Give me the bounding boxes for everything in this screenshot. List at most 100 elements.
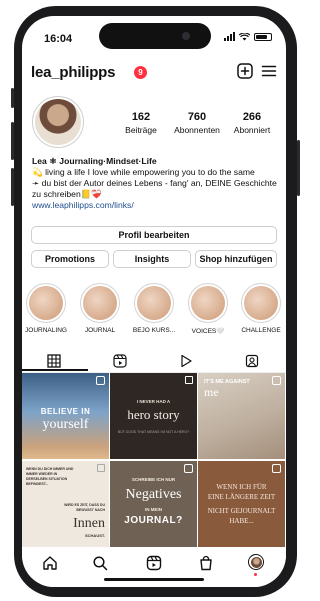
- post-4[interactable]: WENN DU DICH IMMER UND IMMER WIEDER IN D…: [22, 461, 109, 547]
- highlight-label: BEJO KURS...: [132, 327, 176, 334]
- highlight-ring: [134, 283, 174, 323]
- home-icon[interactable]: [42, 555, 58, 571]
- stat-followers-number: 760: [187, 111, 207, 123]
- post-text: me: [204, 385, 219, 399]
- bottom-navigation: [22, 547, 286, 587]
- bio-line-1: 💫 living a life I love while empowering …: [32, 167, 255, 177]
- stat-followers[interactable]: 760 Abonnenten: [166, 111, 228, 135]
- insights-button[interactable]: Insights: [113, 250, 191, 268]
- carousel-icon: [97, 464, 105, 472]
- post-text: HABE...: [229, 517, 254, 525]
- post-text: WIRD ES ZEIT, DASS DU BEWUSST NACH: [64, 503, 105, 512]
- stat-following[interactable]: 266 Abonniert: [221, 111, 283, 135]
- status-time: 16:04: [44, 33, 73, 45]
- highlight-cover: [244, 286, 278, 320]
- highlight-cover: [29, 286, 63, 320]
- screen: 16:04 lea_philipps 9 162 Beiträge 760 Ab…: [22, 16, 286, 587]
- power-button: [297, 140, 300, 196]
- stat-followers-label: Abonnenten: [174, 125, 220, 135]
- highlight-cover: [191, 286, 225, 320]
- highlight-label: VOICES🤍: [191, 328, 225, 335]
- posts-grid: BELIEVE IN yourself I NEVER HAD A hero s…: [22, 373, 286, 547]
- highlight-journaling[interactable]: JOURNALING: [23, 283, 69, 334]
- profile-nav-avatar[interactable]: [248, 554, 264, 570]
- highlight-cover: [137, 286, 171, 320]
- post-text: SCHAUST.: [84, 533, 105, 538]
- activity-dot: [254, 573, 257, 576]
- search-icon[interactable]: [92, 555, 108, 571]
- stat-posts-number: 162: [131, 111, 151, 123]
- highlight-voices[interactable]: VOICES🤍: [185, 283, 231, 335]
- highlight-ring: [80, 283, 120, 323]
- carousel-icon: [185, 376, 193, 384]
- home-indicator: [104, 578, 204, 581]
- active-tab-indicator: [22, 369, 88, 371]
- menu-icon[interactable]: [260, 62, 278, 80]
- create-post-icon[interactable]: [236, 62, 254, 80]
- grid-icon[interactable]: [47, 354, 61, 368]
- reel-icon: [184, 464, 193, 473]
- avatar[interactable]: [35, 99, 81, 145]
- stat-posts[interactable]: 162 Beiträge: [110, 111, 172, 135]
- post-text: JOURNAL?: [124, 515, 183, 526]
- highlight-bejo-kurs[interactable]: BEJO KURS...: [131, 283, 177, 334]
- bio-name: Lea ⚛ Journaling·Mindset·Life: [32, 156, 157, 166]
- post-text: Negatives: [125, 487, 182, 502]
- post-text: BELIEVE IN: [40, 407, 91, 416]
- volume-down-button: [11, 168, 14, 206]
- highlight-ring: [241, 283, 281, 323]
- reel-icon: [272, 464, 281, 473]
- stat-following-number: 266: [242, 111, 262, 123]
- tagged-icon[interactable]: [245, 354, 259, 368]
- post-text: yourself: [42, 417, 89, 432]
- post-text: WENN DU DICH IMMER UND IMMER WIEDER IN D…: [26, 467, 74, 486]
- reels-nav-icon[interactable]: [146, 555, 162, 571]
- add-shop-button[interactable]: Shop hinzufügen: [195, 250, 277, 268]
- highlight-journal[interactable]: JOURNAL: [77, 283, 123, 334]
- edit-profile-button[interactable]: Profil bearbeiten: [31, 226, 277, 244]
- bio-line-2: ➛ du bist der Autor deines Lebens - fang…: [32, 178, 277, 199]
- camera-icon: [182, 32, 190, 40]
- highlight-label: JOURNALING: [25, 327, 67, 334]
- stat-posts-label: Beiträge: [125, 125, 157, 135]
- promotions-button[interactable]: Promotions: [31, 250, 109, 268]
- post-text: NICHT GEJOURNALT: [207, 507, 276, 515]
- profile-header: lea_philipps 9: [22, 60, 286, 84]
- post-2[interactable]: I NEVER HAD A hero story BUT GOOD THAT M…: [110, 373, 197, 459]
- post-5[interactable]: SCHREIBE ICH NUR Negatives IN MEIN JOURN…: [110, 461, 197, 547]
- post-text: I NEVER HAD A: [136, 399, 171, 404]
- wifi-icon: [239, 32, 250, 41]
- highlight-label: CHALLENGE: [241, 327, 281, 334]
- play-icon[interactable]: [179, 354, 193, 368]
- highlight-cover: [83, 286, 117, 320]
- avatar: [250, 556, 262, 568]
- status-icons: [224, 32, 272, 41]
- highlight-challenge[interactable]: CHALLENGE: [238, 283, 284, 334]
- post-text: EINE LÄNGERE ZEIT: [207, 493, 276, 501]
- username[interactable]: lea_philipps: [31, 64, 115, 81]
- reel-icon: [96, 376, 105, 385]
- post-1[interactable]: BELIEVE IN yourself: [22, 373, 109, 459]
- battery-icon: [254, 32, 272, 41]
- highlight-ring: [188, 283, 228, 323]
- dynamic-island: [99, 23, 211, 49]
- bio: Lea ⚛ Journaling·Mindset·Life 💫 living a…: [32, 156, 282, 211]
- notification-badge[interactable]: 9: [134, 66, 147, 79]
- stat-following-label: Abonniert: [233, 125, 271, 135]
- post-text: SCHREIBE ICH NUR: [131, 477, 176, 482]
- volume-up-button: [11, 122, 14, 160]
- post-text: WENN ICH FÜR: [216, 483, 267, 491]
- mute-switch: [11, 88, 14, 108]
- signal-icon: [224, 32, 235, 41]
- highlight-ring: [26, 283, 66, 323]
- shop-icon[interactable]: [198, 555, 214, 571]
- highlight-label: JOURNAL: [84, 327, 116, 334]
- bio-link[interactable]: www.leaphilipps.com/links/: [32, 200, 282, 211]
- reels-icon[interactable]: [113, 354, 127, 368]
- post-text: Innen: [73, 516, 105, 531]
- post-text: BUT GOOD THAT MEANS I'M NOT A HERO?: [117, 430, 190, 434]
- post-3[interactable]: IT'S ME AGAINST me: [198, 373, 285, 459]
- post-6[interactable]: WENN ICH FÜR EINE LÄNGERE ZEIT NICHT GEJ…: [198, 461, 285, 547]
- status-bar: 16:04: [22, 16, 286, 54]
- post-text: IN MEIN: [144, 507, 162, 512]
